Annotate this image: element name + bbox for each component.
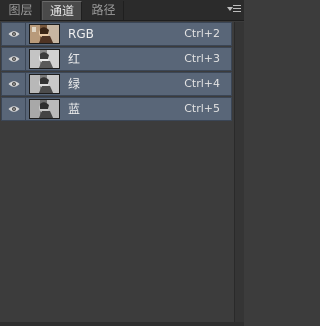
tab-layers[interactable]: 图层	[1, 1, 41, 20]
channel-thumbnail	[29, 49, 60, 69]
channel-thumbnail	[29, 24, 60, 44]
panel-bottom-border	[0, 322, 244, 326]
channel-thumbnail	[29, 99, 60, 119]
channel-list: RGB Ctrl+2 红 Ctrl+3 绿 Ctrl+4 蓝 Ctrl+5	[1, 22, 232, 122]
channel-name: 绿	[68, 77, 81, 91]
channel-shortcut: Ctrl+5	[184, 102, 220, 115]
channel-row-blue[interactable]: 蓝 Ctrl+5	[1, 97, 232, 121]
tab-paths[interactable]: 路径	[84, 1, 124, 20]
channel-thumbnail	[29, 74, 60, 94]
panel-tab-bar: 图层 通道 路径	[0, 0, 244, 21]
visibility-toggle[interactable]	[2, 48, 26, 70]
panel-menu-icon[interactable]	[227, 3, 241, 15]
tab-channels[interactable]: 通道	[42, 1, 82, 20]
channel-shortcut: Ctrl+3	[184, 52, 220, 65]
channel-row-red[interactable]: 红 Ctrl+3	[1, 47, 232, 71]
scrollbar[interactable]	[234, 22, 244, 322]
channel-row-green[interactable]: 绿 Ctrl+4	[1, 72, 232, 96]
channel-name: 红	[68, 52, 81, 66]
visibility-toggle[interactable]	[2, 23, 26, 45]
eye-icon	[8, 31, 20, 37]
channel-name: 蓝	[68, 102, 81, 116]
eye-icon	[8, 106, 20, 112]
channel-shortcut: Ctrl+2	[184, 27, 220, 40]
eye-icon	[8, 56, 20, 62]
channel-shortcut: Ctrl+4	[184, 77, 220, 90]
channel-row-rgb[interactable]: RGB Ctrl+2	[1, 22, 232, 46]
visibility-toggle[interactable]	[2, 98, 26, 120]
visibility-toggle[interactable]	[2, 73, 26, 95]
channel-name: RGB	[68, 27, 94, 41]
eye-icon	[8, 81, 20, 87]
